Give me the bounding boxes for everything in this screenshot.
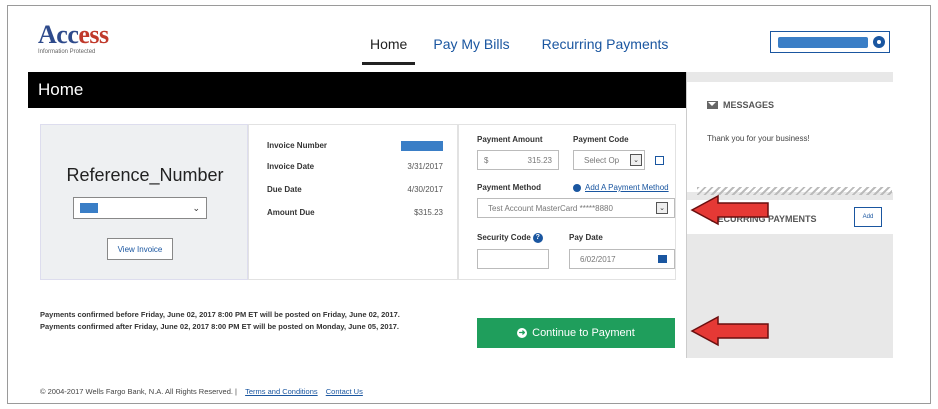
- amount-due-label: Amount Due: [267, 208, 315, 217]
- envelope-icon: [707, 101, 718, 109]
- contact-link[interactable]: Contact Us: [326, 387, 363, 396]
- nav-recurring-payments[interactable]: Recurring Payments: [534, 36, 677, 65]
- page-title: Home: [38, 80, 84, 99]
- invoice-number-row: Invoice Number: [267, 141, 443, 151]
- invoice-card: Invoice Number Invoice Date 3/31/2017 Du…: [248, 124, 458, 280]
- access-logo[interactable]: Access Information Protected: [38, 20, 109, 56]
- messages-title: MESSAGES: [723, 100, 775, 110]
- security-code-input[interactable]: [477, 249, 549, 269]
- invoice-number-label: Invoice Number: [267, 141, 328, 150]
- terms-link[interactable]: Terms and Conditions: [245, 387, 318, 396]
- user-menu[interactable]: [770, 31, 890, 53]
- edit-icon[interactable]: [655, 156, 664, 165]
- main-content: Reference_Number ⌄ View Invoice Invoice …: [28, 108, 686, 298]
- payment-amount-value: 315.23: [527, 156, 552, 165]
- view-invoice-button[interactable]: View Invoice: [107, 238, 173, 260]
- user-name-redacted: [778, 37, 868, 48]
- payment-method-label: Payment Method: [477, 183, 542, 192]
- help-icon[interactable]: ?: [532, 233, 543, 243]
- posting-note-2: Payments confirmed after Friday, June 02…: [40, 322, 400, 331]
- title-bar: Home: [28, 72, 686, 108]
- footer: © 2004-2017 Wells Fargo Bank, N.A. All R…: [40, 387, 363, 396]
- chevron-down-icon: ⌄: [656, 202, 668, 214]
- amount-due-value: $315.23: [414, 208, 443, 217]
- copyright-text: © 2004-2017 Wells Fargo Bank, N.A. All R…: [40, 387, 238, 396]
- currency-symbol: $: [484, 156, 489, 165]
- logo-word-b: ess: [78, 20, 109, 49]
- calendar-icon[interactable]: [658, 255, 667, 263]
- reference-card: Reference_Number ⌄ View Invoice: [40, 124, 248, 280]
- reference-title: Reference_Number: [66, 165, 224, 185]
- payment-amount-input[interactable]: $ 315.23: [477, 150, 559, 170]
- chevron-down-icon: ⌄: [192, 203, 200, 213]
- continue-to-payment-button[interactable]: ➜ Continue to Payment: [477, 318, 675, 348]
- messages-text: Thank you for your business!: [707, 134, 810, 143]
- payment-code-label: Payment Code: [573, 135, 629, 144]
- add-payment-method-link[interactable]: Add A Payment Method: [585, 183, 669, 192]
- invoice-date-value: 3/31/2017: [407, 162, 443, 171]
- invoice-date-row: Invoice Date 3/31/2017: [267, 162, 443, 171]
- security-code-label: Security Code?: [477, 233, 543, 243]
- nav-pay-my-bills[interactable]: Pay My Bills: [425, 36, 517, 65]
- amount-due-row: Amount Due $315.23: [267, 208, 443, 217]
- pay-date-input[interactable]: 6/02/2017: [569, 249, 675, 269]
- chevron-down-icon: ⌄: [630, 154, 642, 166]
- due-date-value: 4/30/2017: [407, 185, 443, 194]
- gear-icon[interactable]: [873, 36, 885, 48]
- reference-redacted: [80, 203, 98, 213]
- top-nav: Home Pay My Bills Recurring Payments: [362, 36, 686, 65]
- posting-note-1: Payments confirmed before Friday, June 0…: [40, 310, 400, 319]
- continue-label: Continue to Payment: [532, 327, 635, 339]
- due-date-row: Due Date 4/30/2017: [267, 185, 443, 194]
- plus-circle-icon: [573, 184, 581, 192]
- invoice-date-label: Invoice Date: [267, 162, 315, 171]
- pay-date-label: Pay Date: [569, 233, 603, 242]
- nav-home[interactable]: Home: [362, 36, 416, 65]
- payment-method-value: Test Account MasterCard *****8880: [488, 204, 613, 213]
- invoice-number-redacted: [401, 141, 443, 151]
- posting-notes: Payments confirmed before Friday, June 0…: [40, 309, 400, 333]
- payment-card: Payment Amount $ 315.23 Payment Code Sel…: [458, 124, 676, 280]
- logo-tagline: Information Protected: [38, 49, 96, 55]
- pay-date-value: 6/02/2017: [580, 255, 616, 264]
- recurring-add-button[interactable]: Add: [854, 207, 882, 227]
- annotation-arrow-icon: [690, 315, 769, 347]
- messages-box: MESSAGES Thank you for your business!: [687, 82, 894, 195]
- payment-code-value: Select Op: [584, 156, 620, 165]
- reference-select[interactable]: ⌄: [73, 197, 207, 219]
- payment-method-select[interactable]: Test Account MasterCard *****8880 ⌄: [477, 198, 675, 218]
- logo-word-a: Acc: [38, 20, 79, 49]
- annotation-arrow-icon: [690, 194, 769, 226]
- payment-code-select[interactable]: Select Op ⌄: [573, 150, 645, 170]
- arrow-right-circle-icon: ➜: [517, 328, 528, 338]
- payment-amount-label: Payment Amount: [477, 135, 543, 144]
- due-date-label: Due Date: [267, 185, 302, 194]
